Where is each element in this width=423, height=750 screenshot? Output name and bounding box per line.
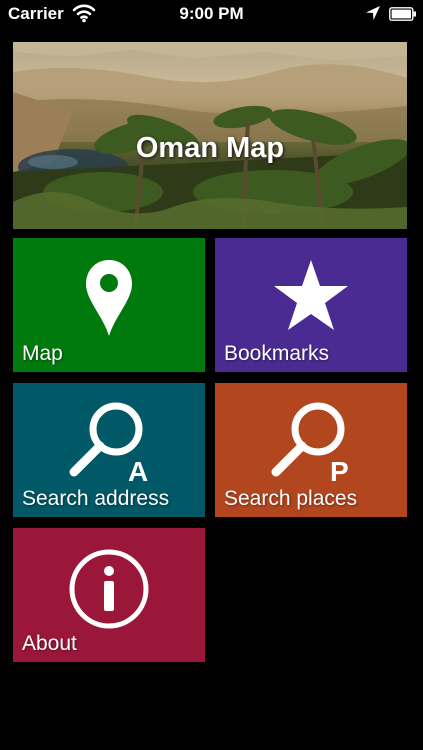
star-icon <box>274 260 348 330</box>
map-tile[interactable]: Map <box>13 238 205 372</box>
info-icon <box>69 549 149 629</box>
search-address-tile[interactable]: A Search address <box>13 383 205 517</box>
search-address-icon-letter: A <box>128 456 148 485</box>
bookmarks-tile-label: Bookmarks <box>224 342 330 365</box>
search-places-tile-label: Search places <box>224 487 358 510</box>
location-arrow-icon <box>366 6 380 20</box>
search-places-icon-letter: P <box>330 456 349 485</box>
app-title: Oman Map <box>135 132 285 164</box>
search-address-tile-label: Search address <box>22 487 170 510</box>
about-tile[interactable]: About <box>13 528 205 662</box>
search-address-icon: A <box>69 402 148 485</box>
battery-icon <box>389 7 416 21</box>
map-tile-label: Map <box>22 342 63 365</box>
about-tile-label: About <box>22 632 77 655</box>
clock-time: 9:00 PM <box>179 4 244 23</box>
search-places-tile[interactable]: P Search places <box>215 383 407 517</box>
banner: Oman Map <box>13 42 407 229</box>
search-places-icon: P <box>271 402 349 485</box>
map-pin-icon <box>86 260 132 336</box>
status-bar: Carrier 9:00 PM <box>0 0 423 28</box>
bookmarks-tile[interactable]: Bookmarks <box>215 238 407 372</box>
